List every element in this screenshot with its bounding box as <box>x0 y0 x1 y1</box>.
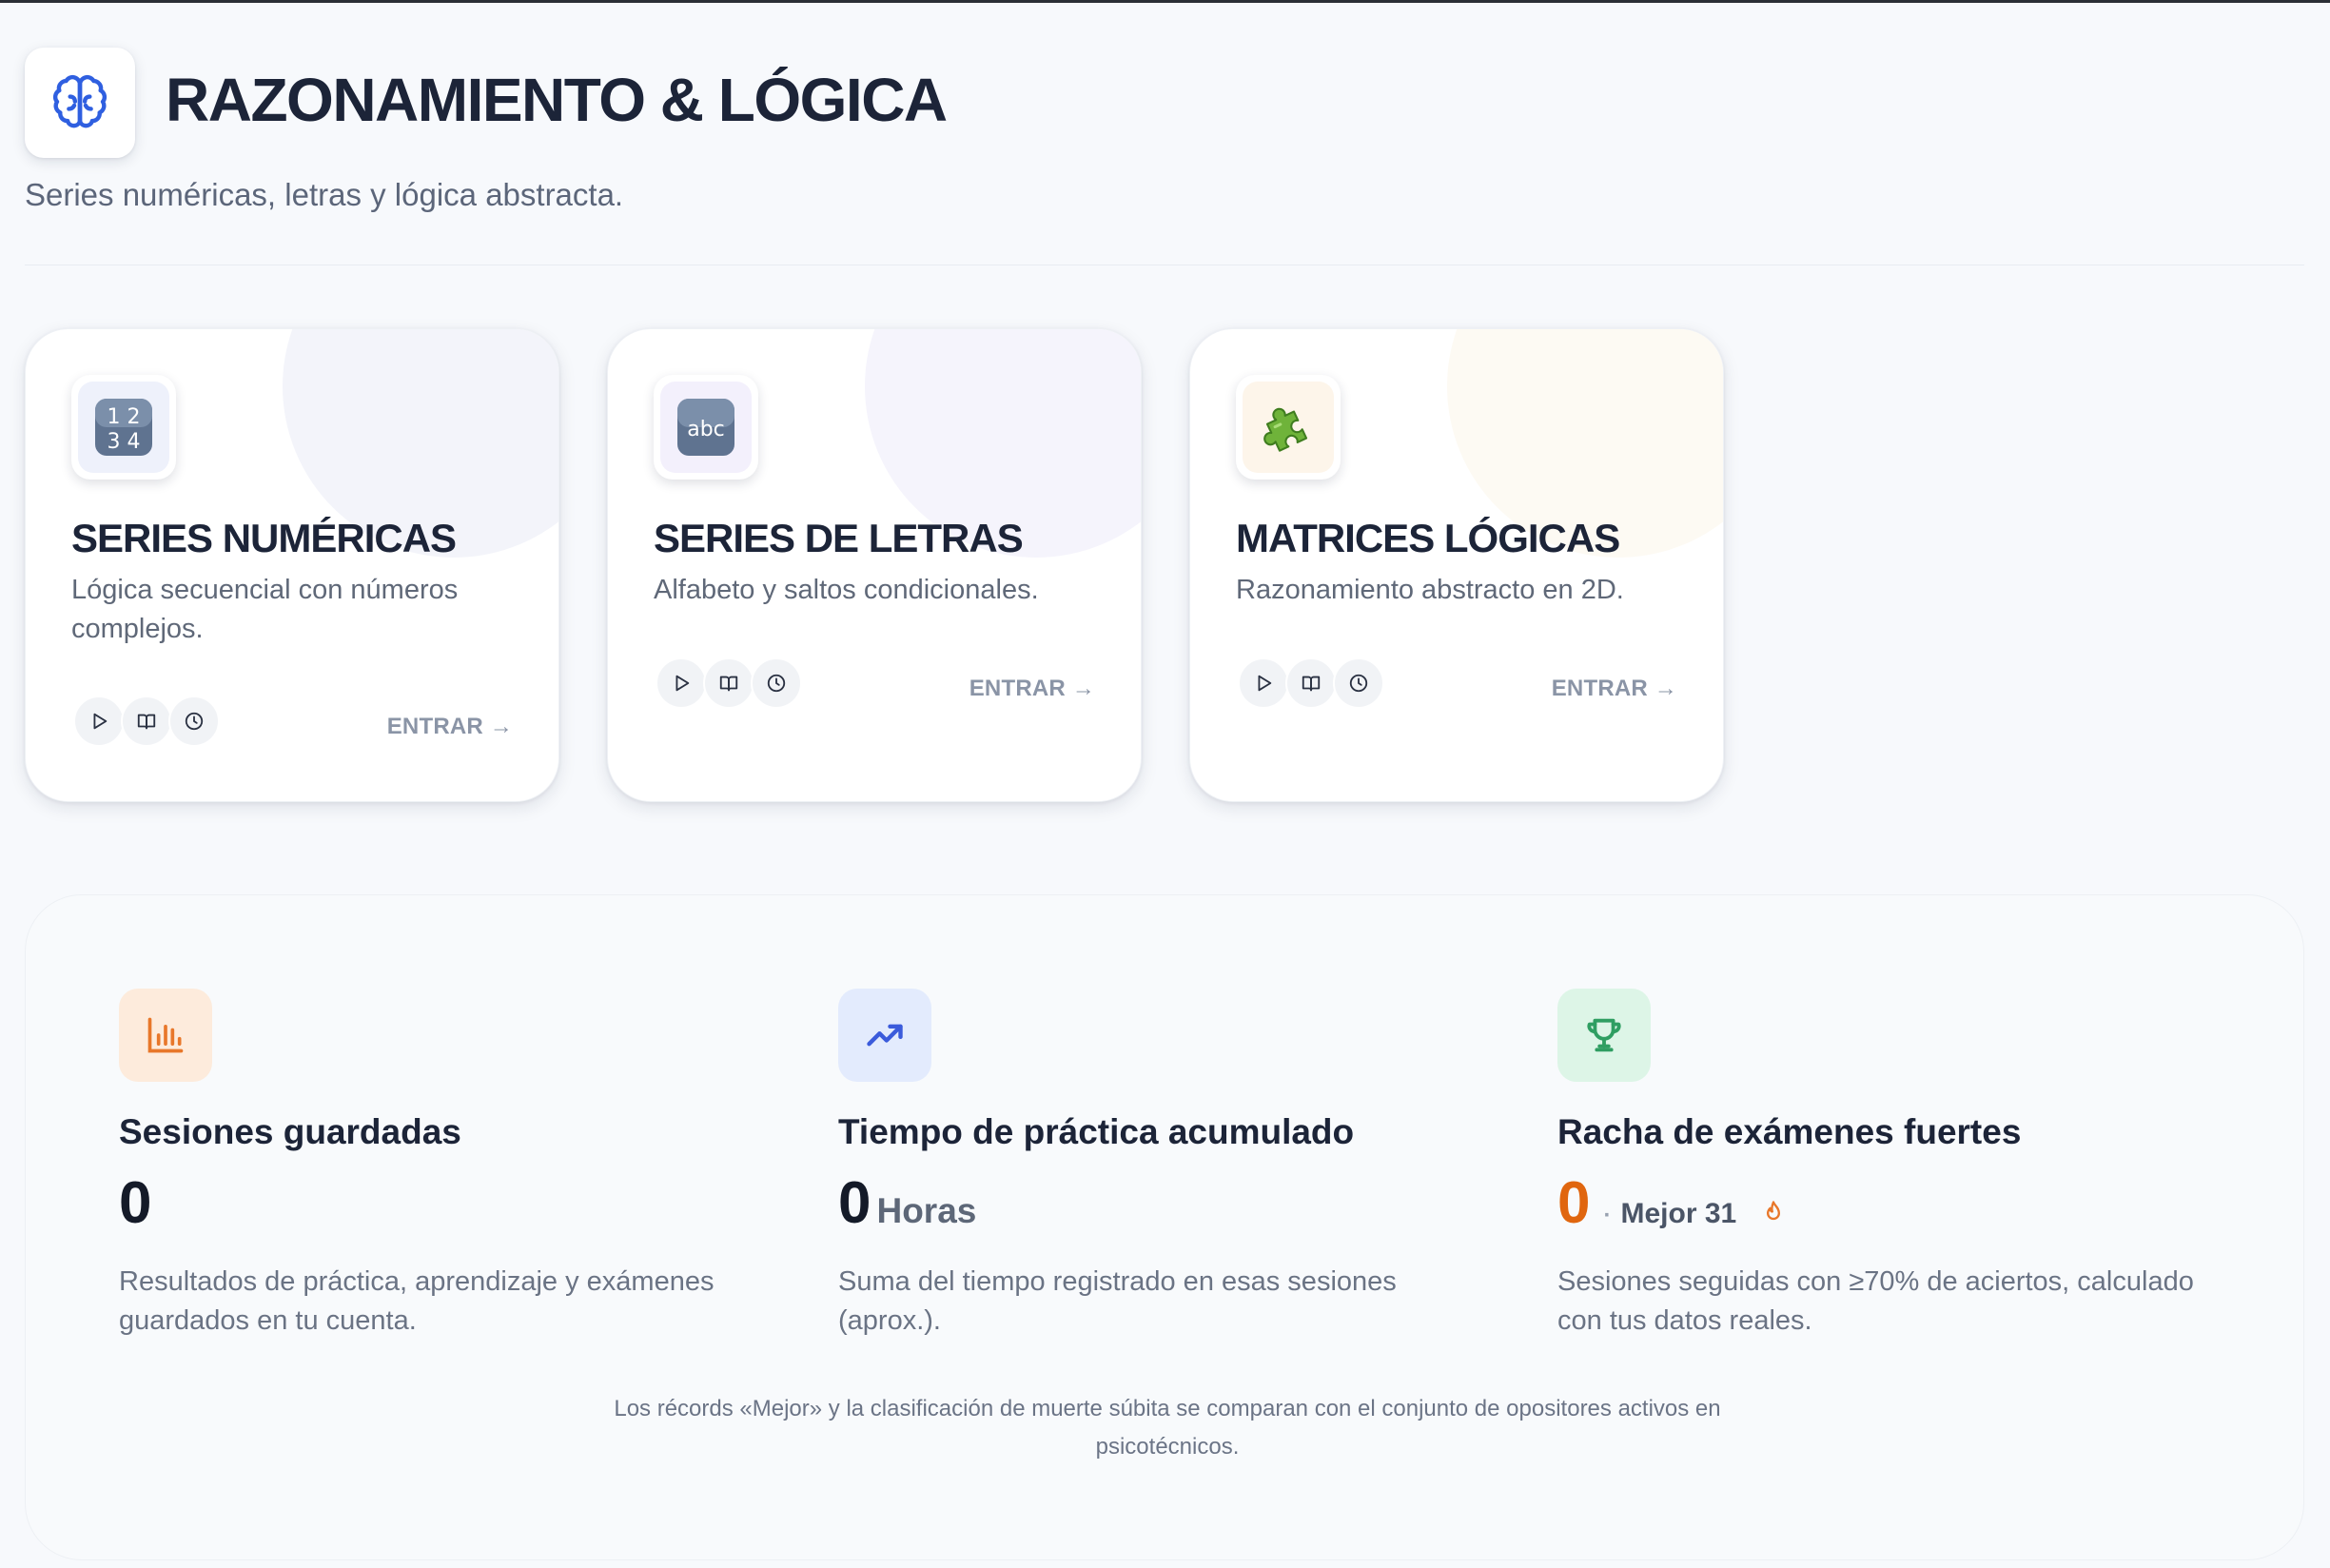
enter-link[interactable]: ENTRAR → <box>1552 676 1677 702</box>
page-title: RAZONAMIENTO & LÓGICA <box>166 66 948 134</box>
stat-description: Suma del tiempo registrado en esas sesio… <box>838 1266 1397 1336</box>
card-title: SERIES DE LETRAS <box>654 516 1024 560</box>
enter-link[interactable]: ENTRAR → <box>969 676 1095 702</box>
card-title: MATRICES LÓGICAS <box>1236 516 1620 560</box>
stats-panel: Sesiones guardadas 0 Resultados de práct… <box>25 894 2304 1560</box>
clock-icon[interactable] <box>751 657 802 709</box>
clock-icon[interactable] <box>1333 657 1384 709</box>
svg-text:abc: abc <box>687 418 725 441</box>
book-icon[interactable] <box>121 696 172 747</box>
numbers-1234-icon: 1 2 3 4 <box>71 375 176 480</box>
card-title: SERIES NUMÉRICAS <box>71 516 457 560</box>
card-series-numericas[interactable]: 1 2 3 4 SERIES NUMÉRICAS Lógica secuenci… <box>25 328 559 802</box>
svg-text:1 2: 1 2 <box>108 405 141 429</box>
stat-title: Racha de exámenes fuertes <box>1557 1112 2022 1151</box>
trending-up-icon <box>838 989 931 1082</box>
stat-number: 0 <box>838 1170 871 1236</box>
play-icon[interactable] <box>73 696 125 747</box>
clock-icon[interactable] <box>168 696 220 747</box>
play-icon[interactable] <box>1238 657 1289 709</box>
bar-chart-icon <box>119 989 212 1082</box>
footnote: Los récords «Mejor» y la clasificación d… <box>614 1396 1721 1460</box>
page-subtitle: Series numéricas, letras y lógica abstra… <box>25 177 624 212</box>
abc-letters-icon: abc <box>654 375 758 480</box>
stat-title: Tiempo de práctica acumulado <box>838 1112 1355 1151</box>
stat-description: Sesiones seguidas con ≥70% de aciertos, … <box>1557 1266 2194 1336</box>
stat-racha-examenes: Racha de exámenes fuertes 0 · Mejor 31 Ses… <box>1557 989 2223 1336</box>
book-icon[interactable] <box>703 657 754 709</box>
puzzle-piece-icon <box>1236 375 1341 480</box>
stat-title: Sesiones guardadas <box>119 1112 461 1151</box>
stat-value: 0 <box>119 1170 152 1236</box>
stat-description: Resultados de práctica, aprendizaje y ex… <box>119 1266 715 1336</box>
best-separator: · <box>1603 1203 1612 1228</box>
card-series-letras[interactable]: abc SERIES DE LETRAS Alfabeto y saltos c… <box>607 328 1142 802</box>
card-actions <box>73 696 220 747</box>
card-description: Razonamiento abstracto en 2D. <box>1236 575 1624 605</box>
card-actions <box>1238 657 1384 709</box>
card-actions <box>656 657 802 709</box>
stat-number: 0 <box>1557 1170 1591 1236</box>
card-matrices-logicas[interactable]: MATRICES LÓGICAS Razonamiento abstracto … <box>1189 328 1724 802</box>
stat-value: 0 Horas <box>838 1169 976 1237</box>
window-top-border <box>0 0 2330 3</box>
card-description: Alfabeto y saltos condicionales. <box>654 575 1039 605</box>
stat-value: 0 · Mejor 31 <box>1557 1169 1787 1241</box>
stat-unit: Horas <box>876 1191 977 1230</box>
brain-icon <box>25 48 135 158</box>
svg-text:3 4: 3 4 <box>108 430 141 454</box>
best-record: Mejor 31 <box>1620 1198 1737 1229</box>
play-icon[interactable] <box>656 657 707 709</box>
card-description: Lógica secuencial con números complejos. <box>71 575 459 644</box>
trophy-icon <box>1557 989 1651 1082</box>
flame-icon <box>1760 1173 1787 1241</box>
enter-link[interactable]: ENTRAR → <box>387 714 513 740</box>
book-icon[interactable] <box>1285 657 1337 709</box>
stat-sesiones-guardadas: Sesiones guardadas 0 Resultados de práct… <box>119 989 785 1336</box>
stat-tiempo-practica: Tiempo de práctica acumulado 0 Horas Suma… <box>838 989 1504 1336</box>
